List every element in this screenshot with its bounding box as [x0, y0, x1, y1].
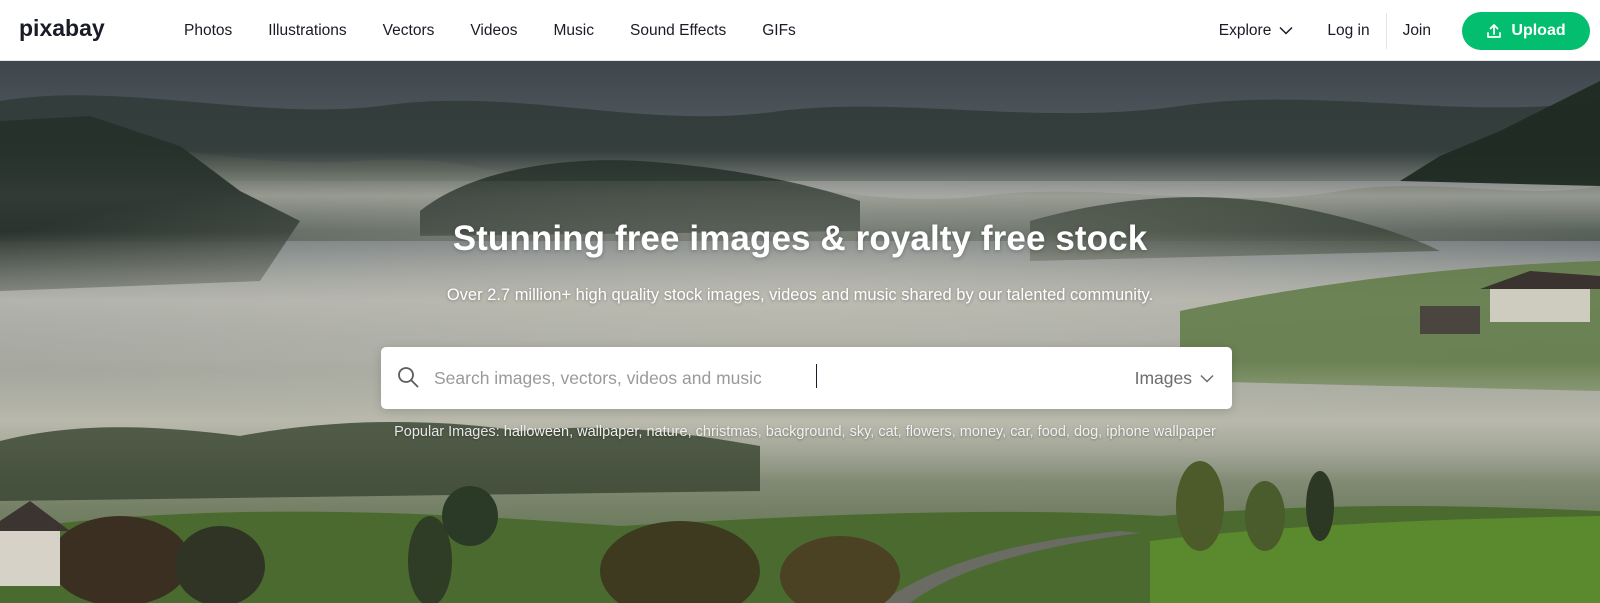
popular-tag-background[interactable]: background — [766, 424, 842, 440]
top-navigation-bar: pixabay Photos Illustrations Vectors Vid… — [0, 0, 1600, 61]
nav-link-sound-effects[interactable]: Sound Effects — [612, 0, 744, 61]
popular-tag-money[interactable]: money — [960, 424, 1002, 440]
popular-tag-car[interactable]: car — [1010, 424, 1029, 440]
hero-title: Stunning free images & royalty free stoc… — [452, 219, 1148, 258]
pixabay-logo[interactable]: pixabay — [19, 14, 115, 48]
media-type-selected: Images — [1134, 367, 1192, 388]
misty-landscape-background — [0, 61, 1600, 603]
nav-right-group: Explore Log in Join Upload — [1201, 0, 1590, 61]
popular-tag-halloween[interactable]: halloween — [504, 424, 569, 440]
nav-link-photos[interactable]: Photos — [166, 0, 250, 61]
search-input[interactable] — [434, 361, 1054, 395]
popular-tag-flowers[interactable]: flowers — [906, 424, 952, 440]
popular-tag-nature[interactable]: nature — [646, 424, 687, 440]
svg-text:pixabay: pixabay — [19, 15, 105, 41]
main-nav: Photos Illustrations Vectors Videos Musi… — [166, 0, 814, 61]
upload-label: Upload — [1511, 21, 1566, 39]
search-icon[interactable] — [396, 365, 420, 389]
join-link[interactable]: Join — [1387, 0, 1462, 61]
explore-menu-button[interactable]: Explore — [1201, 0, 1312, 61]
chevron-down-icon — [1279, 26, 1293, 35]
upload-button[interactable]: Upload — [1462, 11, 1590, 50]
popular-tag-sky[interactable]: sky — [850, 424, 871, 440]
popular-label: Popular Images: — [394, 424, 500, 440]
nav-link-illustrations[interactable]: Illustrations — [250, 0, 364, 61]
popular-tag-wallpaper[interactable]: wallpaper — [577, 424, 638, 440]
popular-tag-cat[interactable]: cat — [878, 424, 897, 440]
nav-link-vectors[interactable]: Vectors — [365, 0, 453, 61]
upload-icon — [1487, 23, 1502, 38]
nav-link-music[interactable]: Music — [536, 0, 612, 61]
nav-link-videos[interactable]: Videos — [452, 0, 535, 61]
nav-link-gifs[interactable]: GIFs — [744, 0, 814, 61]
text-cursor — [816, 364, 817, 388]
popular-tag-dog[interactable]: dog — [1074, 424, 1098, 440]
popular-tag-christmas[interactable]: christmas — [696, 424, 758, 440]
popular-tag-food[interactable]: food — [1038, 424, 1066, 440]
explore-label: Explore — [1218, 21, 1272, 39]
chevron-down-icon — [1200, 374, 1214, 383]
media-type-select[interactable]: Images — [1135, 347, 1214, 409]
search-bar: Images — [381, 347, 1232, 409]
popular-tag-iphone-wallpaper[interactable]: iphone wallpaper — [1106, 424, 1216, 440]
hero-section: Stunning free images & royalty free stoc… — [0, 61, 1600, 603]
popular-searches: Popular Images: halloween, wallpaper, na… — [394, 424, 1216, 440]
login-link[interactable]: Log in — [1311, 0, 1385, 61]
hero-subtitle: Over 2.7 million+ high quality stock ima… — [446, 286, 1154, 304]
